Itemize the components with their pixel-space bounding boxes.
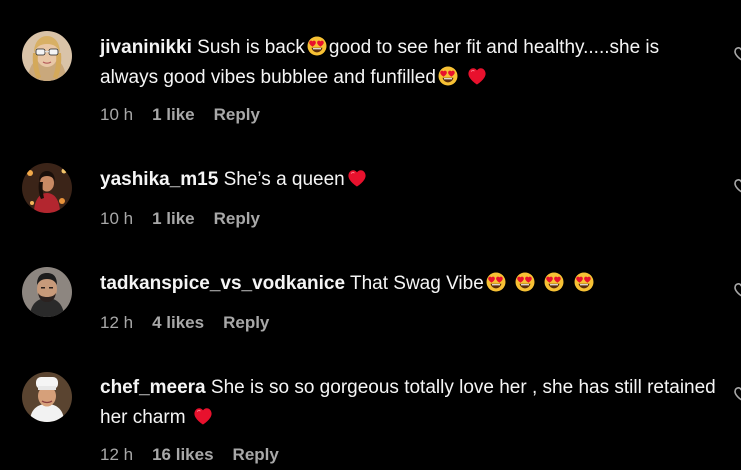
comment-likes-count[interactable]: 1 like [152, 209, 195, 229]
heart-eyes-emoji-icon [515, 272, 535, 292]
comment-time: 12 h [100, 445, 134, 464]
reply-button[interactable]: Reply [214, 105, 260, 125]
comment-likes-count[interactable]: 1 like [152, 105, 195, 125]
red-heart-emoji-icon [467, 67, 487, 85]
comment-meta: 12 h 4 likes Reply [100, 312, 269, 334]
comment-body: chef_meera She is so so gorgeous totally… [100, 373, 720, 433]
avatar[interactable] [22, 372, 72, 422]
comment-text: Sush is back [197, 37, 305, 58]
heart-eyes-emoji-icon [438, 66, 458, 86]
heart-eyes-emoji-icon [574, 272, 594, 292]
red-heart-emoji-icon [193, 407, 213, 425]
comment-body: yashika_m15 She’s a queen [100, 165, 720, 195]
comment-likes-count[interactable]: 4 likes [152, 313, 204, 333]
comment-likes-count[interactable]: 16 likes [152, 445, 213, 465]
avatar[interactable] [22, 163, 72, 213]
comment-username[interactable]: chef_meera [100, 377, 206, 398]
comment-username[interactable]: yashika_m15 [100, 169, 218, 190]
red-heart-emoji-icon [347, 169, 367, 187]
avatar[interactable] [22, 31, 72, 81]
reply-button[interactable]: Reply [223, 313, 269, 333]
heart-outline-icon[interactable] [734, 177, 741, 193]
comment-username[interactable]: jivaninikki [100, 37, 192, 58]
comment-body: tadkanspice_vs_vodkanice That Swag Vibe [100, 269, 720, 299]
reply-button[interactable]: Reply [214, 209, 260, 229]
comment-meta: 10 h 1 like Reply [100, 104, 260, 126]
comment-username[interactable]: tadkanspice_vs_vodkanice [100, 273, 345, 294]
comment-time: 10 h [100, 209, 134, 228]
comment-text: That Swag Vibe [349, 273, 484, 294]
heart-eyes-emoji-icon [486, 272, 506, 292]
heart-eyes-emoji-icon [307, 36, 327, 56]
comment-time: 12 h [100, 313, 134, 332]
heart-outline-icon[interactable] [734, 385, 741, 401]
comment-meta: 10 h 1 like Reply [100, 208, 260, 230]
heart-outline-icon[interactable] [734, 281, 741, 297]
avatar[interactable] [22, 267, 72, 317]
comment-meta: 12 h 16 likes Reply [100, 444, 279, 466]
comment-text: She’s a queen [223, 169, 345, 190]
heart-eyes-emoji-icon [544, 272, 564, 292]
comment-body: jivaninikki Sush is back good to see her … [100, 33, 720, 93]
heart-outline-icon[interactable] [734, 45, 741, 61]
comment-time: 10 h [100, 105, 134, 124]
reply-button[interactable]: Reply [233, 445, 279, 465]
